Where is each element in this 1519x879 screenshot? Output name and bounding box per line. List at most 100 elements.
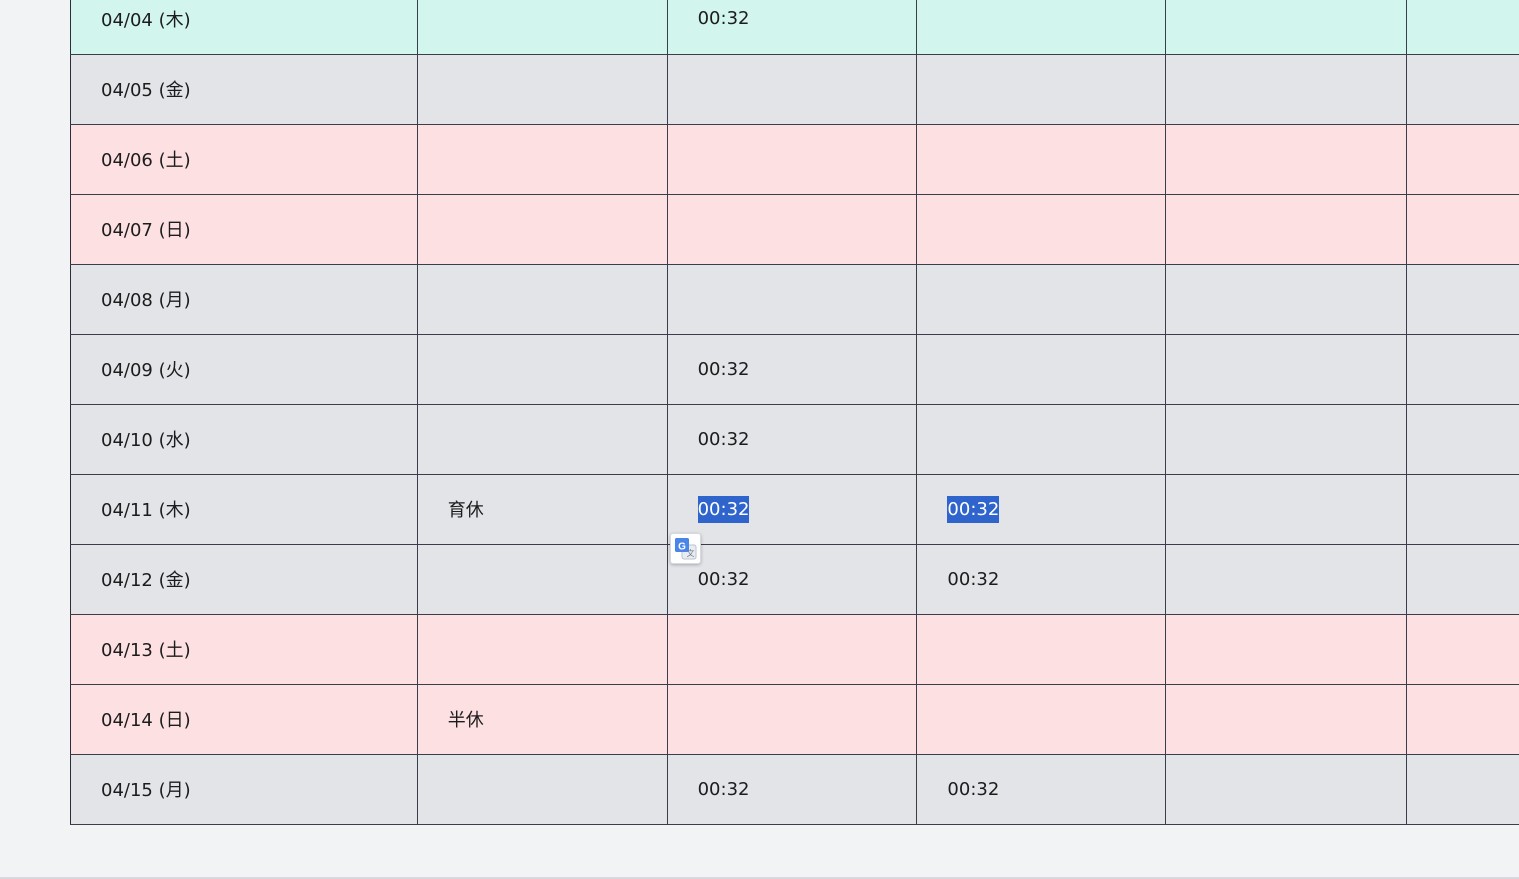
time-value: 00:32 bbox=[947, 568, 1000, 590]
translate-popup-button[interactable]: G 文 bbox=[670, 533, 701, 564]
attendance-table-container: 04/04 (木) 00:32 04/05 (金) 04/06 (土) 04/07 (日… bbox=[70, 0, 1519, 825]
time-cell-c1[interactable] bbox=[667, 124, 918, 195]
time-cell-c2[interactable] bbox=[916, 0, 1167, 55]
time-cell-c2[interactable] bbox=[916, 54, 1167, 125]
leave-type-cell[interactable]: 半休 bbox=[417, 684, 668, 755]
date-label: 04/08 (月) bbox=[101, 290, 191, 311]
svg-text:文: 文 bbox=[687, 548, 695, 558]
time-cell-c3[interactable] bbox=[1165, 754, 1408, 825]
leave-type-cell[interactable] bbox=[417, 0, 668, 55]
time-cell-c3[interactable] bbox=[1165, 194, 1408, 265]
table-row[interactable]: 04/08 (月) bbox=[70, 264, 1519, 335]
time-cell-c1[interactable] bbox=[667, 614, 918, 685]
time-value: 00:32 bbox=[697, 8, 750, 30]
time-cell-c4[interactable] bbox=[1406, 614, 1519, 685]
leave-type-cell[interactable] bbox=[417, 194, 668, 265]
time-cell-c2[interactable]: 00:32 bbox=[916, 474, 1167, 545]
date-cell[interactable]: 04/06 (土) bbox=[70, 124, 418, 195]
table-row[interactable]: 04/13 (土) bbox=[70, 614, 1519, 685]
time-cell-c4[interactable] bbox=[1406, 754, 1519, 825]
date-label: 04/11 (木) bbox=[101, 500, 191, 521]
time-cell-c2[interactable]: 00:32 bbox=[916, 754, 1167, 825]
date-cell[interactable]: 04/13 (土) bbox=[70, 614, 418, 685]
time-cell-c4[interactable] bbox=[1406, 474, 1519, 545]
time-cell-c2[interactable] bbox=[916, 124, 1167, 195]
date-cell[interactable]: 04/09 (火) bbox=[70, 334, 418, 405]
time-cell-c4[interactable] bbox=[1406, 544, 1519, 615]
leave-type-cell[interactable]: 育休 bbox=[417, 474, 668, 545]
leave-type-cell[interactable] bbox=[417, 404, 668, 475]
time-cell-c1[interactable]: 00:32 bbox=[667, 754, 918, 825]
date-label: 04/13 (土) bbox=[101, 640, 191, 661]
time-cell-c4[interactable] bbox=[1406, 124, 1519, 195]
time-cell-c3[interactable] bbox=[1165, 54, 1408, 125]
date-label: 04/12 (金) bbox=[101, 570, 191, 591]
date-cell[interactable]: 04/12 (金) bbox=[70, 544, 418, 615]
time-cell-c1[interactable]: 00:32 bbox=[667, 474, 918, 545]
time-cell-c1[interactable] bbox=[667, 54, 918, 125]
leave-type-cell[interactable] bbox=[417, 544, 668, 615]
date-cell[interactable]: 04/08 (月) bbox=[70, 264, 418, 335]
time-cell-c4[interactable] bbox=[1406, 334, 1519, 405]
time-cell-c3[interactable] bbox=[1165, 474, 1408, 545]
table-row[interactable]: 04/10 (水) 00:32 bbox=[70, 404, 1519, 475]
time-cell-c2[interactable] bbox=[916, 334, 1167, 405]
time-cell-c2[interactable] bbox=[916, 264, 1167, 335]
date-cell[interactable]: 04/10 (水) bbox=[70, 404, 418, 475]
table-row[interactable]: 04/06 (土) bbox=[70, 124, 1519, 195]
date-cell[interactable]: 04/07 (日) bbox=[70, 194, 418, 265]
time-cell-c2[interactable] bbox=[916, 614, 1167, 685]
viewport: 04/04 (木) 00:32 04/05 (金) 04/06 (土) 04/07 (日… bbox=[0, 0, 1519, 879]
time-cell-c1[interactable] bbox=[667, 264, 918, 335]
leave-type-cell[interactable] bbox=[417, 614, 668, 685]
time-cell-c3[interactable] bbox=[1165, 614, 1408, 685]
attendance-table-body: 04/04 (木) 00:32 04/05 (金) 04/06 (土) 04/07 (日… bbox=[70, 0, 1519, 825]
date-cell[interactable]: 04/15 (月) bbox=[70, 754, 418, 825]
time-value: 00:32 bbox=[697, 428, 750, 450]
time-cell-c4[interactable] bbox=[1406, 194, 1519, 265]
time-cell-c3[interactable] bbox=[1165, 124, 1408, 195]
time-cell-c4[interactable] bbox=[1406, 684, 1519, 755]
leave-type-cell[interactable] bbox=[417, 124, 668, 195]
leave-type-cell[interactable] bbox=[417, 264, 668, 335]
time-cell-c4[interactable] bbox=[1406, 264, 1519, 335]
time-cell-c3[interactable] bbox=[1165, 404, 1408, 475]
table-row[interactable]: 04/04 (木) 00:32 bbox=[70, 0, 1519, 55]
date-cell[interactable]: 04/14 (日) bbox=[70, 684, 418, 755]
time-cell-c3[interactable] bbox=[1165, 684, 1408, 755]
time-cell-c3[interactable] bbox=[1165, 544, 1408, 615]
time-cell-c4[interactable] bbox=[1406, 0, 1519, 55]
date-cell[interactable]: 04/04 (木) bbox=[70, 0, 418, 55]
leave-type-cell[interactable] bbox=[417, 334, 668, 405]
time-value: 00:32 bbox=[697, 778, 750, 800]
time-cell-c2[interactable] bbox=[916, 684, 1167, 755]
time-cell-c2[interactable] bbox=[916, 194, 1167, 265]
time-cell-c1[interactable]: 00:32 bbox=[667, 0, 918, 55]
time-cell-c1[interactable] bbox=[667, 194, 918, 265]
time-cell-c3[interactable] bbox=[1165, 334, 1408, 405]
time-value: 00:32 bbox=[947, 495, 1000, 523]
date-label: 04/10 (水) bbox=[101, 430, 191, 451]
table-row[interactable]: 04/11 (木) 育休 00:32 00:32 bbox=[70, 474, 1519, 545]
table-row[interactable]: 04/12 (金) 00:32 00:32 bbox=[70, 544, 1519, 615]
time-cell-c2[interactable] bbox=[916, 404, 1167, 475]
leave-type-cell[interactable] bbox=[417, 54, 668, 125]
table-row[interactable]: 04/07 (日) bbox=[70, 194, 1519, 265]
time-cell-c1[interactable]: 00:32 bbox=[667, 334, 918, 405]
date-cell[interactable]: 04/11 (木) bbox=[70, 474, 418, 545]
table-row[interactable]: 04/05 (金) bbox=[70, 54, 1519, 125]
table-row[interactable]: 04/14 (日) 半休 bbox=[70, 684, 1519, 755]
time-cell-c4[interactable] bbox=[1406, 54, 1519, 125]
date-cell[interactable]: 04/05 (金) bbox=[70, 54, 418, 125]
time-cell-c1[interactable]: 00:32 bbox=[667, 404, 918, 475]
table-row[interactable]: 04/15 (月) 00:32 00:32 bbox=[70, 754, 1519, 825]
time-cell-c1[interactable]: 00:32 bbox=[667, 544, 918, 615]
time-cell-c3[interactable] bbox=[1165, 0, 1408, 55]
date-label: 04/09 (火) bbox=[101, 360, 191, 381]
time-cell-c4[interactable] bbox=[1406, 404, 1519, 475]
time-cell-c1[interactable] bbox=[667, 684, 918, 755]
leave-type-cell[interactable] bbox=[417, 754, 668, 825]
time-cell-c3[interactable] bbox=[1165, 264, 1408, 335]
time-cell-c2[interactable]: 00:32 bbox=[916, 544, 1167, 615]
table-row[interactable]: 04/09 (火) 00:32 bbox=[70, 334, 1519, 405]
